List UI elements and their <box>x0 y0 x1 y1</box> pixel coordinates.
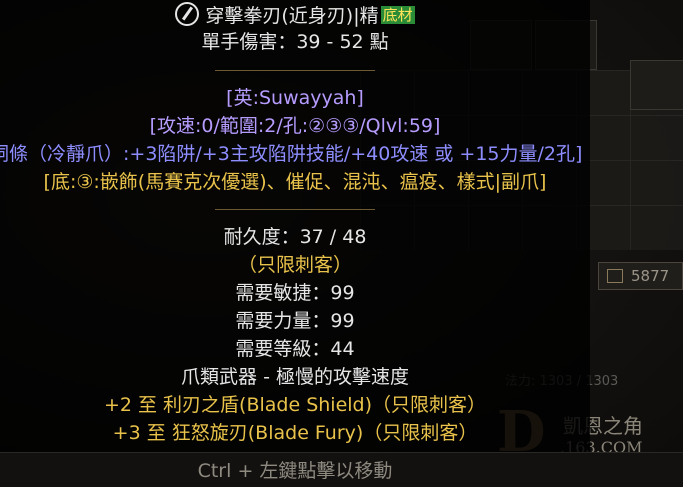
affix-line: 詞條（冷靜爪）:+3陷阱/+3主攻陷阱技能/+40攻速 或 +15力量/2孔] <box>0 143 583 165</box>
base-line: [底:③:嵌飾(馬賽克次優選)、催促、混沌、瘟疫、樣式|副爪] <box>43 171 547 193</box>
divider <box>215 70 375 71</box>
gold-icon <box>607 269 623 283</box>
attributes-line: [攻速:0/範圍:2/孔:②③③/Qlvl:59] <box>149 115 441 137</box>
item-name: 穿擊拳刃(近身刃)|精 <box>205 5 379 27</box>
gold-amount: 5877 <box>631 267 670 285</box>
gold-display: 5877 <box>598 262 683 290</box>
required-dexterity: 需要敏捷：99 <box>235 282 355 304</box>
weapon-class-speed: 爪類武器 - 極慢的攻擊速度 <box>181 366 409 388</box>
claw-type-icon <box>175 2 200 26</box>
base-tag: 底材 <box>380 6 415 24</box>
inventory-slot[interactable] <box>630 60 683 110</box>
owner-line: [英:Suwayyah] <box>226 87 364 109</box>
required-strength: 需要力量：99 <box>235 310 355 332</box>
skill-bonus-2: +3 至 狂怒旋刃(Blade Fury)（只限刺客） <box>112 422 478 444</box>
item-title: 穿擊拳刃(近身刃)|精 底材 <box>0 2 590 27</box>
class-restriction: （只限刺客） <box>237 254 352 276</box>
required-level: 需要等級：44 <box>235 338 355 360</box>
one-hand-damage: 單手傷害：39 - 52 點 <box>201 31 389 53</box>
skill-bonus-1: +2 至 利刃之盾(Blade Shield)（只限刺客） <box>103 394 487 416</box>
divider <box>215 209 375 210</box>
move-hint: Ctrl + 左鍵點擊以移動 <box>197 460 393 482</box>
durability: 耐久度：37 / 48 <box>223 226 367 248</box>
